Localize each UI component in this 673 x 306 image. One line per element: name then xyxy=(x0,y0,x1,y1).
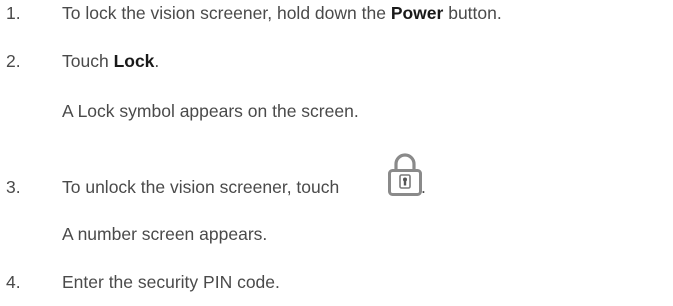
power-button-label: Power xyxy=(390,3,444,23)
step-text: To unlock the vision screener, touch xyxy=(62,177,340,197)
lock-icon xyxy=(388,153,422,196)
step-text: To lock the vision screener, hold down t… xyxy=(62,3,502,23)
step-text: Touch Lock. xyxy=(62,51,160,71)
step-3-period: . xyxy=(421,177,426,197)
step-text: Enter the security PIN code. xyxy=(62,272,280,292)
lock-label: Lock xyxy=(113,51,155,71)
step-number: 1. xyxy=(6,3,21,23)
step-number: 2. xyxy=(6,51,21,71)
step-number: 3. xyxy=(6,177,21,197)
step-2-note: A Lock symbol appears on the screen. xyxy=(62,101,359,121)
step-number: 4. xyxy=(6,272,21,292)
step-3-note: A number screen appears. xyxy=(62,224,268,244)
